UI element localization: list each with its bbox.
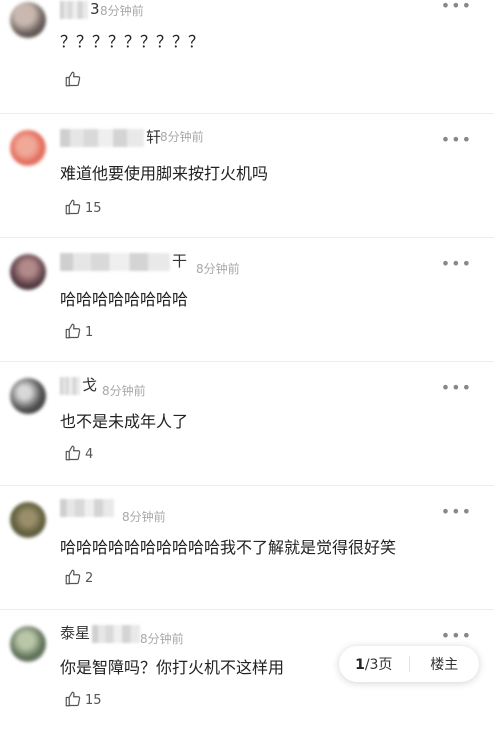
username-visible: 轩	[146, 128, 162, 146]
thumbs-up-icon	[64, 70, 82, 88]
like-count: 1	[85, 325, 94, 340]
avatar[interactable]	[10, 130, 46, 166]
op-only-button[interactable]: 楼主	[410, 654, 480, 674]
comment-item: 轩 8分钟前 ••• 难道他要使用脚来按打火机吗 15	[0, 114, 494, 238]
comment-time: 8分钟前	[196, 262, 240, 276]
username-visible: 泰星	[60, 624, 91, 642]
like-button[interactable]: 15	[64, 690, 102, 708]
comment-text: ？？？？？？？？？	[60, 32, 205, 51]
avatar[interactable]	[10, 502, 46, 538]
like-count: 2	[85, 571, 94, 586]
avatar[interactable]	[10, 378, 46, 414]
comment-time: 8分钟前	[140, 632, 184, 646]
comment-text: 你是智障吗？你打火机不这样用	[60, 658, 285, 677]
more-options-button[interactable]: •••	[441, 626, 472, 645]
like-button[interactable]: 15	[64, 198, 102, 216]
username[interactable]	[60, 498, 116, 517]
like-button[interactable]: 1	[64, 322, 93, 340]
thumbs-up-icon	[64, 690, 82, 708]
thumbs-up-icon	[64, 198, 82, 216]
avatar[interactable]	[10, 2, 46, 38]
username-visible: 干	[172, 252, 188, 270]
thumbs-up-icon	[64, 322, 82, 340]
more-options-button[interactable]: •••	[441, 0, 472, 15]
more-options-button[interactable]: •••	[441, 254, 472, 273]
comment-time: 8分钟前	[160, 130, 204, 144]
comment-time: 8分钟前	[100, 4, 144, 18]
username-visible: 戈	[82, 376, 98, 394]
comment-text: 哈哈哈哈哈哈哈哈	[60, 290, 189, 309]
like-button[interactable]: 4	[64, 444, 93, 462]
username[interactable]: 泰星	[60, 622, 142, 643]
comment-item: 干 8分钟前 ••• 哈哈哈哈哈哈哈哈 1	[0, 238, 494, 362]
comment-item: 8分钟前 ••• 哈哈哈哈哈哈哈哈哈哈我不了解就是觉得很好笑 2	[0, 486, 494, 610]
page-selector-button[interactable]: 1/3页	[339, 654, 409, 674]
username[interactable]: 轩	[60, 126, 161, 147]
current-page: 1	[355, 657, 365, 673]
username[interactable]: 干	[60, 250, 187, 271]
more-options-button[interactable]: •••	[441, 502, 472, 521]
comment-time: 8分钟前	[102, 384, 146, 398]
more-options-button[interactable]: •••	[441, 378, 472, 397]
username[interactable]: 戈	[60, 374, 97, 395]
like-button[interactable]	[64, 70, 85, 88]
avatar[interactable]	[10, 254, 46, 290]
comment-time: 8分钟前	[122, 510, 166, 524]
comment-text: 也不是未成年人了	[60, 412, 189, 431]
like-count: 15	[85, 693, 102, 708]
more-options-button[interactable]: •••	[441, 130, 472, 149]
total-pages: /3页	[364, 657, 393, 673]
thumbs-up-icon	[64, 444, 82, 462]
comment-text: 难道他要使用脚来按打火机吗	[60, 164, 269, 183]
username[interactable]: 3	[60, 0, 100, 19]
comment-text: 哈哈哈哈哈哈哈哈哈哈我不了解就是觉得很好笑	[60, 538, 397, 557]
like-count: 15	[85, 201, 102, 216]
comment-item: 戈 8分钟前 ••• 也不是未成年人了 4	[0, 362, 494, 486]
username-visible: 3	[90, 0, 100, 18]
page-navigator: 1/3页 楼主	[339, 646, 479, 682]
like-button[interactable]: 2	[64, 568, 93, 586]
thumbs-up-icon	[64, 568, 82, 586]
avatar[interactable]	[10, 626, 46, 662]
like-count: 4	[85, 447, 94, 462]
comment-item: 3 8分钟前 ••• ？？？？？？？？？	[0, 0, 494, 114]
